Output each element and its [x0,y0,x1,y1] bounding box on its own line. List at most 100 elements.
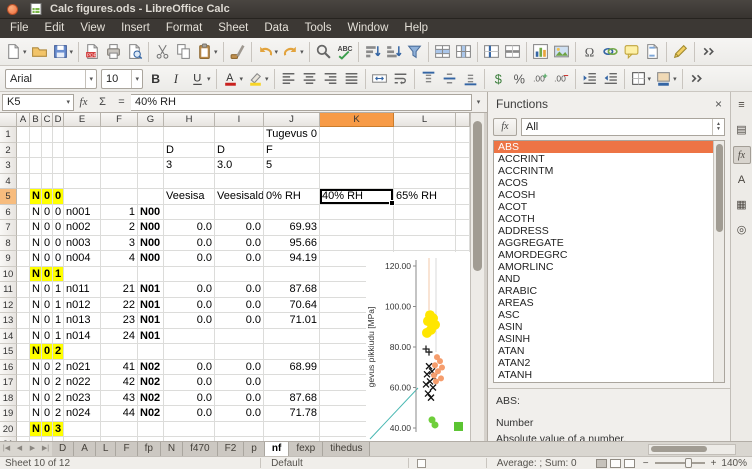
cell-J11[interactable]: 87.68 [264,282,320,298]
cell-I20[interactable] [215,422,264,438]
cell-A8[interactable] [17,236,30,252]
cell-A9[interactable] [17,251,30,267]
format-currency-button[interactable]: $ [488,67,509,91]
cell-H13[interactable]: 0.0 [164,313,215,329]
cell-I12[interactable]: 0.0 [215,298,264,314]
column-header-K[interactable]: K [320,113,394,127]
cell-A10[interactable] [17,267,30,283]
row-header-19[interactable]: 19 [0,406,17,422]
cell-C12[interactable]: 0 [42,298,53,314]
cell-B16[interactable]: N [30,360,42,376]
cell-G11[interactable]: N01 [138,282,164,298]
cell-B14[interactable]: N [30,329,42,345]
cell-H5[interactable]: Veesisa [164,189,215,205]
cell-C20[interactable]: 0 [42,422,53,438]
cell-G12[interactable]: N01 [138,298,164,314]
cell-B12[interactable]: N [30,298,42,314]
cell-F3[interactable] [101,158,138,174]
print-button[interactable] [103,40,124,64]
redo-dropdown[interactable]: ▾ [300,48,304,56]
cell-J3[interactable]: 5 [264,158,320,174]
menu-view[interactable]: View [72,19,113,38]
cell-H8[interactable]: 0.0 [164,236,215,252]
function-item-acoth[interactable]: ACOTH [494,213,724,225]
special-character-button[interactable]: Ω [579,40,600,64]
paste-dropdown[interactable]: ▾ [214,48,218,56]
show-draw-functions-button[interactable] [670,40,691,64]
background-color-dropdown[interactable]: ▾ [673,75,677,83]
zoom-out-button[interactable]: − [641,458,651,469]
cell-J8[interactable]: 95.66 [264,236,320,252]
cell-J17[interactable] [264,375,320,391]
cell-D19[interactable]: 2 [53,406,64,422]
column-header-I[interactable]: I [215,113,264,127]
cell-A18[interactable] [17,391,30,407]
cell-H16[interactable]: 0.0 [164,360,215,376]
align-bottom-button[interactable] [460,67,481,91]
gallery-icon[interactable]: ▦ [733,196,751,214]
cell-A14[interactable] [17,329,30,345]
function-item-address[interactable]: ADDRESS [494,225,724,237]
clone-formatting-button[interactable] [227,40,248,64]
cell-C18[interactable]: 0 [42,391,53,407]
cell-J16[interactable]: 68.99 [264,360,320,376]
cut-button[interactable] [152,40,173,64]
cell-D17[interactable]: 2 [53,375,64,391]
view-normal-button[interactable] [596,459,607,468]
column-header-G[interactable]: G [138,113,164,127]
hyperlink-button[interactable] [600,40,621,64]
cell-D2[interactable] [53,143,64,159]
menu-tools[interactable]: Tools [297,19,340,38]
page-style-indicator[interactable]: Default [271,458,303,469]
cell-B8[interactable]: N [30,236,42,252]
cell-B15[interactable]: N [30,344,42,360]
cell-B4[interactable] [30,174,42,190]
cell-E16[interactable]: n021 [64,360,101,376]
cell-C8[interactable]: 0 [42,236,53,252]
cell-E4[interactable] [64,174,101,190]
cell-D16[interactable]: 2 [53,360,64,376]
cell-H19[interactable]: 0.0 [164,406,215,422]
last-sheet-button[interactable]: ▶| [39,442,52,456]
cell-F16[interactable]: 41 [101,360,138,376]
cell-A13[interactable] [17,313,30,329]
function-item-areas[interactable]: AREAS [494,297,724,309]
sheet-tab-f470[interactable]: f470 [183,442,217,456]
view-book-button[interactable] [624,459,635,468]
cell-I1[interactable] [215,127,264,143]
cell-F9[interactable]: 4 [101,251,138,267]
sheet-tab-N[interactable]: N [161,442,183,456]
cell-B6[interactable]: N [30,205,42,221]
cell-H3[interactable]: 3 [164,158,215,174]
cell-F15[interactable] [101,344,138,360]
cell-B13[interactable]: N [30,313,42,329]
cell-L7[interactable] [394,220,456,236]
undo-button[interactable]: ▾ [255,40,281,64]
cell-A4[interactable] [17,174,30,190]
cell-G6[interactable]: N00 [138,205,164,221]
function-item-acosh[interactable]: ACOSH [494,189,724,201]
cell-J12[interactable]: 70.64 [264,298,320,314]
cell-J13[interactable]: 71.01 [264,313,320,329]
headers-footers-button[interactable] [642,40,663,64]
cell-I10[interactable] [215,267,264,283]
cell-F13[interactable]: 23 [101,313,138,329]
align-right-button[interactable] [320,67,341,91]
cell-G14[interactable]: N01 [138,329,164,345]
open-button[interactable] [29,40,50,64]
cell-E12[interactable]: n012 [64,298,101,314]
paste-button[interactable]: ▾ [194,40,220,64]
cell-A7[interactable] [17,220,30,236]
undo-dropdown[interactable]: ▾ [275,48,279,56]
cell-F20[interactable] [101,422,138,438]
cell-A16[interactable] [17,360,30,376]
menu-data[interactable]: Data [256,19,296,38]
cell-J10[interactable] [264,267,320,283]
functions-icon[interactable]: fx [733,146,751,164]
cell-A17[interactable] [17,375,30,391]
cell-K6[interactable] [320,205,394,221]
cell-E2[interactable] [64,143,101,159]
cell-C10[interactable]: 0 [42,267,53,283]
cell-A15[interactable] [17,344,30,360]
cell-E9[interactable]: n004 [64,251,101,267]
